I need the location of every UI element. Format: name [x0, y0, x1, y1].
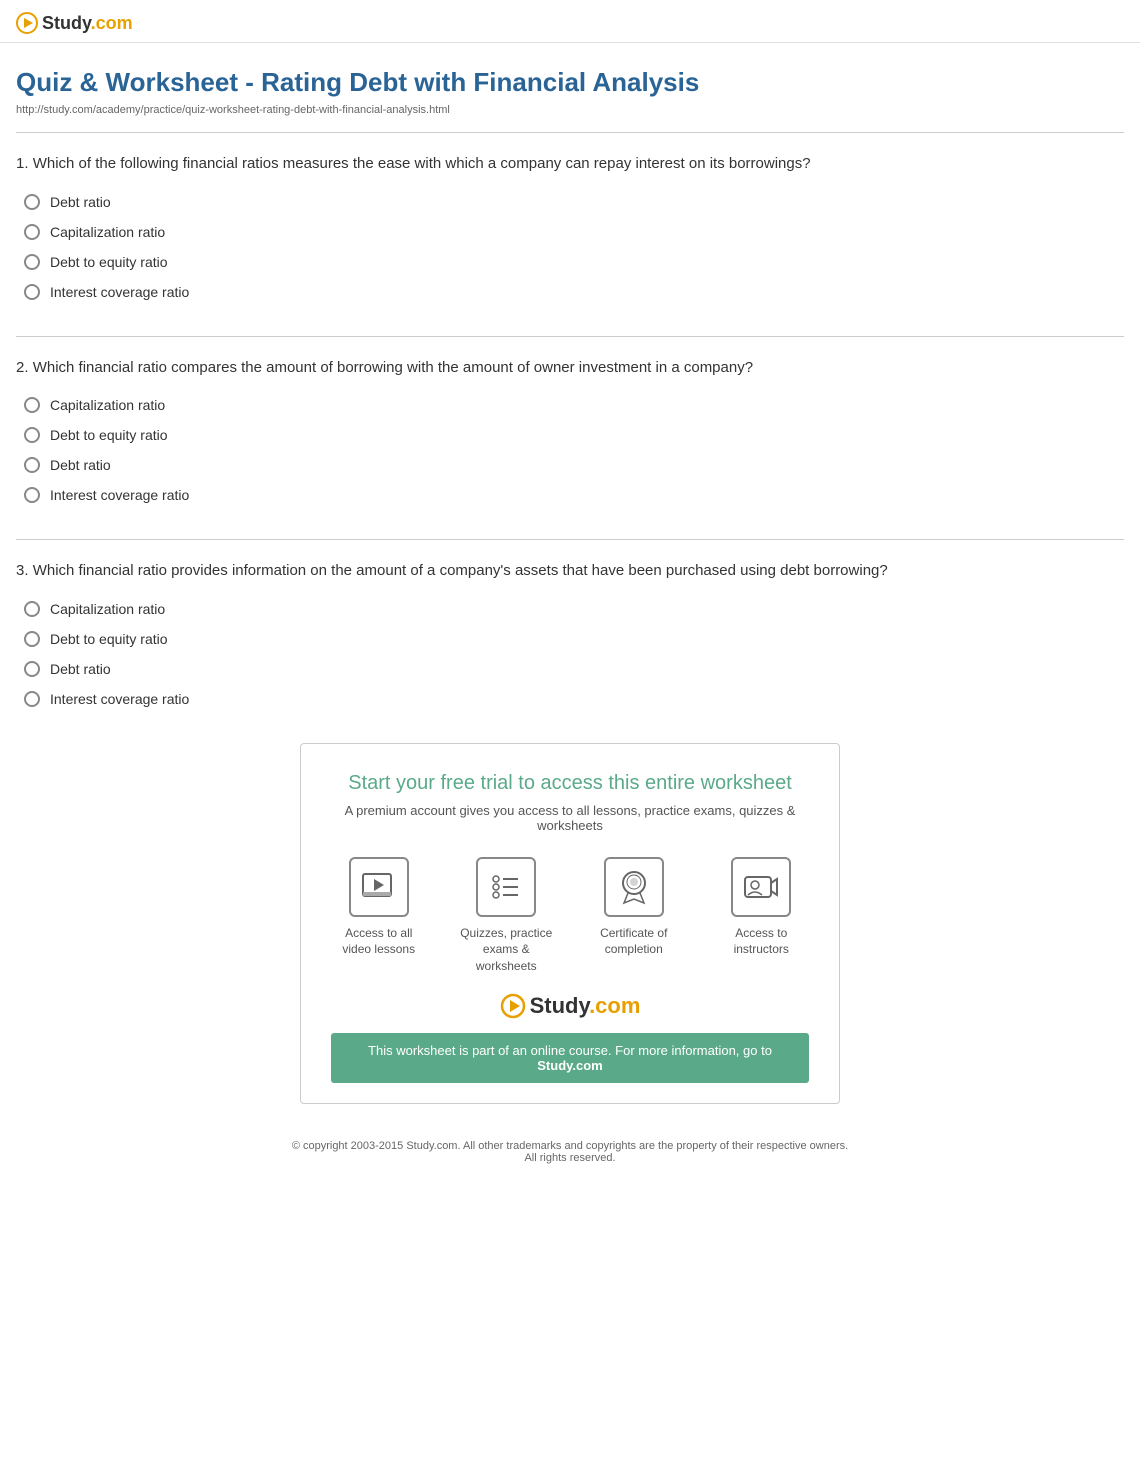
- page-title: Quiz & Worksheet - Rating Debt with Fina…: [16, 67, 1124, 98]
- certificate-icon-box: [604, 857, 664, 917]
- cta-banner: This worksheet is part of an online cour…: [331, 1033, 809, 1083]
- cta-video-label: Access to all video lessons: [331, 925, 427, 959]
- radio-button[interactable]: [24, 661, 40, 677]
- question-2-text: 2. Which financial ratio compares the am…: [16, 357, 1124, 380]
- option-label: Debt to equity ratio: [50, 427, 168, 443]
- option-label: Interest coverage ratio: [50, 284, 189, 300]
- cta-box: Start your free trial to access this ent…: [300, 743, 840, 1104]
- cta-icon-certificate: Certificate of completion: [586, 857, 682, 975]
- radio-button[interactable]: [24, 284, 40, 300]
- quizzes-icon-box: [476, 857, 536, 917]
- main-content: Quiz & Worksheet - Rating Debt with Fina…: [0, 43, 1140, 1196]
- cta-certificate-label: Certificate of completion: [586, 925, 682, 959]
- option-label: Capitalization ratio: [50, 601, 165, 617]
- question-2-options: Capitalization ratio Debt to equity rati…: [16, 397, 1124, 503]
- list-item: Debt to equity ratio: [24, 427, 1124, 443]
- cta-icon-video: Access to all video lessons: [331, 857, 427, 975]
- cta-icon-instructors: Access to instructors: [714, 857, 810, 975]
- logo-text: Study.com: [42, 13, 133, 34]
- list-item: Interest coverage ratio: [24, 284, 1124, 300]
- quizzes-icon: [488, 869, 524, 905]
- radio-button[interactable]: [24, 194, 40, 210]
- list-item: Interest coverage ratio: [24, 691, 1124, 707]
- list-item: Interest coverage ratio: [24, 487, 1124, 503]
- page-url: http://study.com/academy/practice/quiz-w…: [16, 104, 1124, 116]
- list-item: Capitalization ratio: [24, 397, 1124, 413]
- list-item: Capitalization ratio: [24, 224, 1124, 240]
- cta-banner-link[interactable]: Study.com: [537, 1058, 603, 1073]
- radio-button[interactable]: [24, 457, 40, 473]
- question-1-options: Debt ratio Capitalization ratio Debt to …: [16, 194, 1124, 300]
- certificate-icon: [614, 869, 654, 905]
- radio-button[interactable]: [24, 631, 40, 647]
- radio-button[interactable]: [24, 224, 40, 240]
- footer-copyright: © copyright 2003-2015 Study.com. All oth…: [32, 1140, 1108, 1152]
- radio-button[interactable]: [24, 601, 40, 617]
- header: Study.com: [0, 0, 1140, 43]
- cta-icon-quizzes: Quizzes, practice exams & worksheets: [459, 857, 555, 975]
- radio-button[interactable]: [24, 254, 40, 270]
- question-3-text: 3. Which financial ratio provides inform…: [16, 560, 1124, 583]
- question-1: 1. Which of the following financial rati…: [16, 153, 1124, 300]
- footer: © copyright 2003-2015 Study.com. All oth…: [16, 1124, 1124, 1180]
- radio-button[interactable]: [24, 427, 40, 443]
- list-item: Debt ratio: [24, 661, 1124, 677]
- option-label: Capitalization ratio: [50, 224, 165, 240]
- footer-rights: All rights reserved.: [32, 1152, 1108, 1164]
- option-label: Debt ratio: [50, 194, 111, 210]
- video-icon-box: [349, 857, 409, 917]
- list-item: Capitalization ratio: [24, 601, 1124, 617]
- list-item: Debt ratio: [24, 194, 1124, 210]
- question-3: 3. Which financial ratio provides inform…: [16, 560, 1124, 707]
- header-divider: [16, 132, 1124, 133]
- cta-quizzes-label: Quizzes, practice exams & worksheets: [459, 925, 555, 975]
- video-icon: [361, 872, 397, 902]
- q2-divider: [16, 539, 1124, 540]
- logo: Study.com: [16, 12, 1124, 34]
- cta-logo-icon: [500, 993, 526, 1019]
- option-label: Interest coverage ratio: [50, 691, 189, 707]
- cta-subtitle: A premium account gives you access to al…: [331, 803, 809, 833]
- list-item: Debt to equity ratio: [24, 631, 1124, 647]
- question-1-text: 1. Which of the following financial rati…: [16, 153, 1124, 176]
- cta-banner-text: This worksheet is part of an online cour…: [368, 1043, 772, 1058]
- option-label: Interest coverage ratio: [50, 487, 189, 503]
- radio-button[interactable]: [24, 487, 40, 503]
- cta-instructors-label: Access to instructors: [714, 925, 810, 959]
- option-label: Debt to equity ratio: [50, 631, 168, 647]
- option-label: Capitalization ratio: [50, 397, 165, 413]
- list-item: Debt to equity ratio: [24, 254, 1124, 270]
- instructors-icon: [741, 869, 781, 905]
- cta-logo: Study.com: [331, 993, 809, 1019]
- instructors-icon-box: [731, 857, 791, 917]
- radio-button[interactable]: [24, 397, 40, 413]
- radio-button[interactable]: [24, 691, 40, 707]
- option-label: Debt ratio: [50, 457, 111, 473]
- option-label: Debt to equity ratio: [50, 254, 168, 270]
- cta-title: Start your free trial to access this ent…: [331, 772, 809, 795]
- question-3-options: Capitalization ratio Debt to equity rati…: [16, 601, 1124, 707]
- option-label: Debt ratio: [50, 661, 111, 677]
- list-item: Debt ratio: [24, 457, 1124, 473]
- q1-divider: [16, 336, 1124, 337]
- study-logo-icon: [16, 12, 38, 34]
- cta-logo-text: Study.com: [530, 993, 641, 1019]
- cta-icons-row: Access to all video lessons Quizzes, pra…: [331, 857, 809, 975]
- question-2: 2. Which financial ratio compares the am…: [16, 357, 1124, 504]
